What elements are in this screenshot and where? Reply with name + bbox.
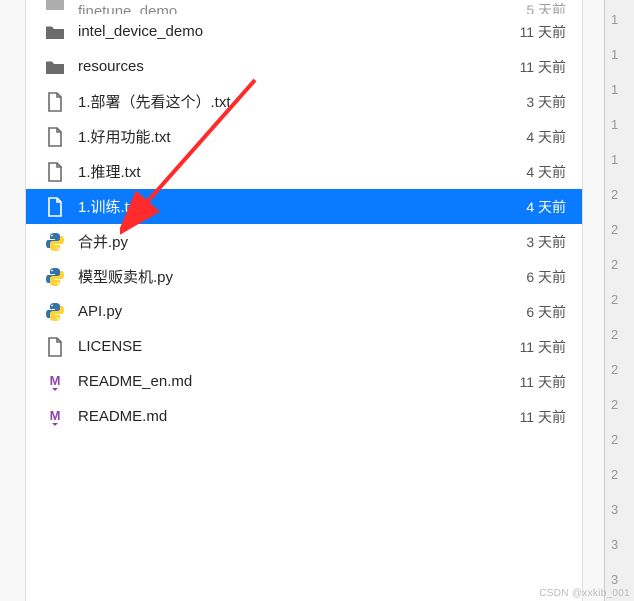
file-name: finetune_demo (78, 3, 526, 14)
file-time: 11 天前 (520, 372, 566, 392)
markdown-icon: M (44, 371, 66, 393)
file-name: API.py (78, 303, 526, 320)
file-time: 4 天前 (526, 162, 566, 182)
file-name: 合并.py (78, 231, 526, 252)
gutter-line: 2 (605, 212, 634, 247)
file-name: 1.推理.txt (78, 161, 526, 182)
gutter-line: 1 (605, 72, 634, 107)
file-time: 11 天前 (520, 22, 566, 42)
gutter-line: 2 (605, 352, 634, 387)
file-list: finetune_demo5 天前intel_device_demo11 天前r… (26, 0, 582, 434)
python-icon (44, 266, 66, 288)
file-name: 1.好用功能.txt (78, 126, 526, 147)
gutter-line: 2 (605, 247, 634, 282)
file-icon (44, 126, 66, 148)
gutter-line: 1 (605, 142, 634, 177)
file-time: 11 天前 (520, 337, 566, 357)
file-time: 4 天前 (526, 197, 566, 217)
file-row[interactable]: API.py6 天前 (26, 294, 582, 329)
file-row[interactable]: 1.训练.txt4 天前 (26, 189, 582, 224)
file-row[interactable]: 1.部署（先看这个）.txt3 天前 (26, 84, 582, 119)
gutter-line: 3 (605, 527, 634, 562)
gutter-line: 3 (605, 492, 634, 527)
folder-icon (44, 21, 66, 43)
file-name: resources (78, 58, 520, 75)
file-icon (44, 196, 66, 218)
file-name: 模型贩卖机.py (78, 266, 526, 287)
file-row[interactable]: intel_device_demo11 天前 (26, 14, 582, 49)
python-icon (44, 231, 66, 253)
gutter-line: 1 (605, 107, 634, 142)
file-icon (44, 336, 66, 358)
file-row[interactable]: finetune_demo5 天前 (26, 0, 582, 14)
file-row[interactable]: 1.好用功能.txt4 天前 (26, 119, 582, 154)
file-name: intel_device_demo (78, 23, 520, 40)
file-time: 11 天前 (520, 57, 566, 77)
watermark: CSDN @xxkib_001 (539, 588, 630, 599)
python-icon (44, 301, 66, 323)
svg-text:M: M (50, 408, 61, 423)
gutter-line: 2 (605, 282, 634, 317)
markdown-icon: M (44, 406, 66, 428)
file-name: README_en.md (78, 373, 520, 390)
file-list-panel: finetune_demo5 天前intel_device_demo11 天前r… (25, 0, 583, 601)
file-time: 11 天前 (520, 407, 566, 427)
gutter-line: 2 (605, 317, 634, 352)
gutter-line: 2 (605, 422, 634, 457)
file-row[interactable]: M README.md11 天前 (26, 399, 582, 434)
svg-text:M: M (50, 373, 61, 388)
file-row[interactable]: LICENSE11 天前 (26, 329, 582, 364)
file-row[interactable]: 1.推理.txt4 天前 (26, 154, 582, 189)
file-time: 3 天前 (526, 92, 566, 112)
file-name: LICENSE (78, 338, 520, 355)
folder-icon (44, 56, 66, 78)
line-gutter: 11111222222222333 (604, 0, 634, 601)
folder-icon (44, 0, 66, 14)
file-time: 6 天前 (526, 302, 566, 322)
gutter-line: 2 (605, 457, 634, 492)
gutter-line: 2 (605, 177, 634, 212)
file-time: 5 天前 (526, 0, 566, 14)
file-name: 1.训练.txt (78, 196, 526, 217)
file-row[interactable]: 模型贩卖机.py6 天前 (26, 259, 582, 294)
file-time: 3 天前 (526, 232, 566, 252)
file-row[interactable]: M README_en.md11 天前 (26, 364, 582, 399)
gutter-line: 2 (605, 387, 634, 422)
file-name: README.md (78, 408, 520, 425)
file-name: 1.部署（先看这个）.txt (78, 91, 526, 112)
file-row[interactable]: resources11 天前 (26, 49, 582, 84)
gutter-line: 1 (605, 37, 634, 72)
file-icon (44, 91, 66, 113)
file-row[interactable]: 合并.py3 天前 (26, 224, 582, 259)
file-time: 6 天前 (526, 267, 566, 287)
file-icon (44, 161, 66, 183)
file-time: 4 天前 (526, 127, 566, 147)
gutter-line: 1 (605, 2, 634, 37)
